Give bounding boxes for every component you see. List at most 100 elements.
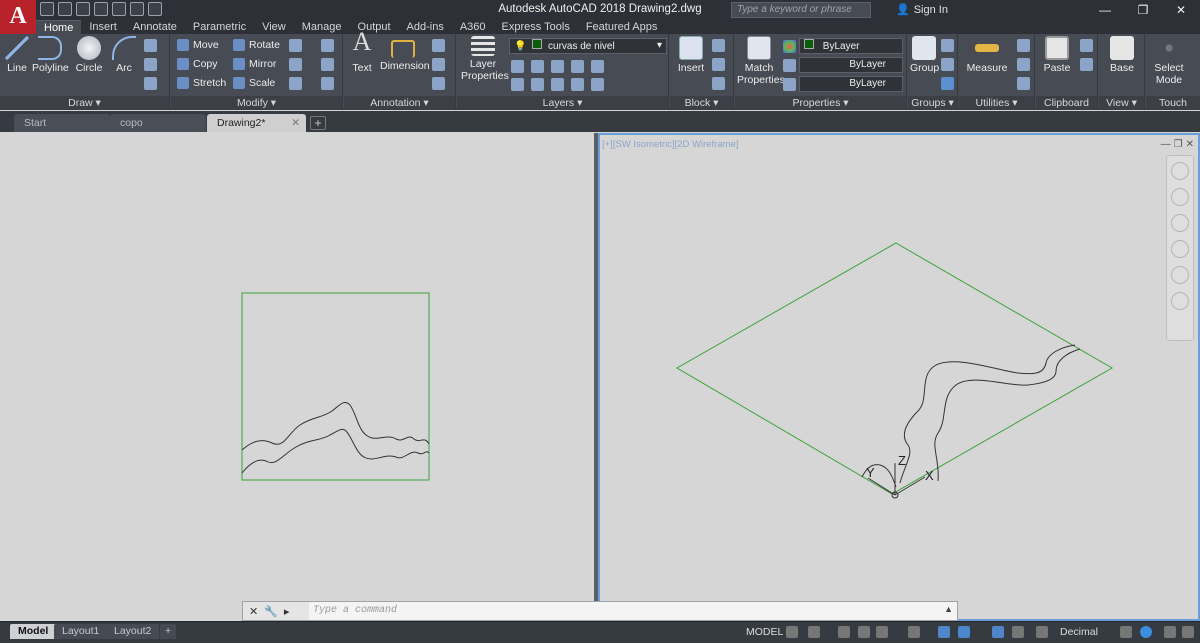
pan-icon[interactable] [1171,214,1189,232]
isodraft-icon[interactable] [908,626,920,638]
hatch-icon[interactable] [144,58,157,71]
annotation-visibility-icon[interactable] [992,626,1004,638]
viewport-restore-icon[interactable]: ❐ [1174,139,1183,150]
erase-icon[interactable] [321,39,334,52]
layer-tool-icon[interactable] [591,60,604,73]
file-tab-start[interactable]: Start [14,114,110,132]
layout-tab-layout1[interactable]: Layout1 [54,624,108,639]
linetype-dropdown[interactable]: ByLayer [799,57,903,73]
recent-commands-icon[interactable]: ▸ [284,605,290,618]
tab-featured-apps[interactable]: Featured Apps [578,20,666,34]
snap-icon[interactable] [808,626,820,638]
tab-view[interactable]: View [254,20,294,34]
viewport-close-icon[interactable]: ✕ [1186,139,1194,150]
block-attribute-icon[interactable] [712,77,725,90]
layer-tool-icon[interactable] [511,78,524,91]
viewport-controls-label[interactable]: [+][SW Isometric][2D Wireframe] [602,139,738,150]
viewcube-icon[interactable] [1171,162,1189,180]
line-button[interactable]: Line [4,36,30,74]
layer-tool-icon[interactable] [531,60,544,73]
layer-tool-icon[interactable] [531,78,544,91]
grid-icon[interactable] [786,626,798,638]
file-tab-copo[interactable]: copo [110,114,206,132]
panel-properties-title[interactable]: Properties ▾ [735,96,906,110]
save-icon[interactable] [76,2,90,16]
linear-dimension-icon[interactable] [432,39,445,52]
copy-button[interactable]: Copy [177,56,218,72]
quick-properties-icon[interactable] [1120,626,1132,638]
infer-constraints-icon[interactable] [838,626,850,638]
tab-insert[interactable]: Insert [81,20,125,34]
layer-dropdown[interactable]: 💡 curvas de nivel ▾ [509,38,667,54]
array-icon[interactable] [289,77,302,90]
base-view-button[interactable]: Base [1107,36,1137,74]
print-icon[interactable] [112,2,126,16]
tab-manage[interactable]: Manage [294,20,350,34]
new-file-icon[interactable] [40,2,54,16]
panel-view-title[interactable]: View ▾ [1099,96,1144,110]
offset-icon[interactable] [321,77,334,90]
zoom-extents-icon[interactable] [1171,240,1189,258]
viewport-top[interactable] [0,133,594,621]
rotate-button[interactable]: Rotate [233,37,280,53]
sign-in-button[interactable]: 👤 Sign In [896,3,948,17]
scale-button[interactable]: Scale [233,75,275,91]
orbit-icon[interactable] [1171,266,1189,284]
viewport-sw-isometric[interactable]: [+][SW Isometric][2D Wireframe] — ❐ ✕ X … [598,133,1200,621]
application-menu-button[interactable]: A [0,0,36,34]
stretch-button[interactable]: Stretch [177,75,226,91]
rectangle-icon[interactable] [144,39,157,52]
showmotion-icon[interactable] [1171,292,1189,310]
add-layout-button[interactable]: + [160,624,177,639]
panel-annotation-title[interactable]: Annotation ▾ [344,96,455,110]
viewport-minimize-icon[interactable]: — [1161,139,1171,150]
calculator-icon[interactable] [1017,77,1030,90]
edit-block-icon[interactable] [712,58,725,71]
tab-home[interactable]: Home [36,20,82,34]
move-button[interactable]: Move [177,37,219,53]
command-history-caret-icon[interactable]: ▲ [944,604,953,614]
customize-wrench-icon[interactable]: 🔧 [264,605,278,618]
polyline-button[interactable]: Polyline [32,36,69,74]
group-edit-icon[interactable] [941,58,954,71]
table-icon[interactable] [432,77,445,90]
panel-draw-title[interactable]: Draw ▾ [0,96,169,110]
arc-button[interactable]: Arc [110,36,138,74]
layer-tool-icon[interactable] [591,78,604,91]
customization-menu-icon[interactable] [1182,626,1194,638]
copy-clip-icon[interactable] [1080,58,1093,71]
circle-button[interactable]: Circle [74,36,104,74]
workspace-gear-icon[interactable] [1012,626,1024,638]
trim-icon[interactable] [289,39,302,52]
layer-tool-icon[interactable] [571,60,584,73]
object-snap-tracking-icon[interactable] [938,626,950,638]
fillet-icon[interactable] [289,58,302,71]
dimension-button[interactable]: Dimension [380,36,430,72]
restore-button[interactable]: ❐ [1124,0,1162,20]
undo-icon[interactable] [130,2,144,16]
tab-parametric[interactable]: Parametric [185,20,254,34]
command-input[interactable]: Type a command [313,605,397,616]
close-button[interactable]: ✕ [1162,0,1200,20]
tab-express-tools[interactable]: Express Tools [494,20,578,34]
panel-groups-title[interactable]: Groups ▾ [908,96,957,110]
open-file-icon[interactable] [58,2,72,16]
cut-icon[interactable] [1080,39,1093,52]
panel-utilities-title[interactable]: Utilities ▾ [959,96,1034,110]
new-tab-button[interactable]: + [310,116,326,130]
text-button[interactable]: A Text [350,29,374,75]
point-icon[interactable] [1017,58,1030,71]
layer-tool-icon[interactable] [571,78,584,91]
explode-icon[interactable] [321,58,334,71]
file-tab-drawing2[interactable]: Drawing2* ✕ [207,114,306,132]
match-properties-button[interactable]: Match Properties [737,36,785,86]
layout-tab-model[interactable]: Model [10,624,57,639]
leader-icon[interactable] [432,58,445,71]
model-space-toggle[interactable]: MODEL [746,626,783,638]
redo-icon[interactable] [148,2,162,16]
ortho-icon[interactable] [858,626,870,638]
close-command-icon[interactable]: ✕ [249,605,258,618]
insert-button[interactable]: Insert [674,36,708,74]
close-tab-icon[interactable]: ✕ [291,114,300,132]
group-button[interactable]: Group [910,36,939,74]
